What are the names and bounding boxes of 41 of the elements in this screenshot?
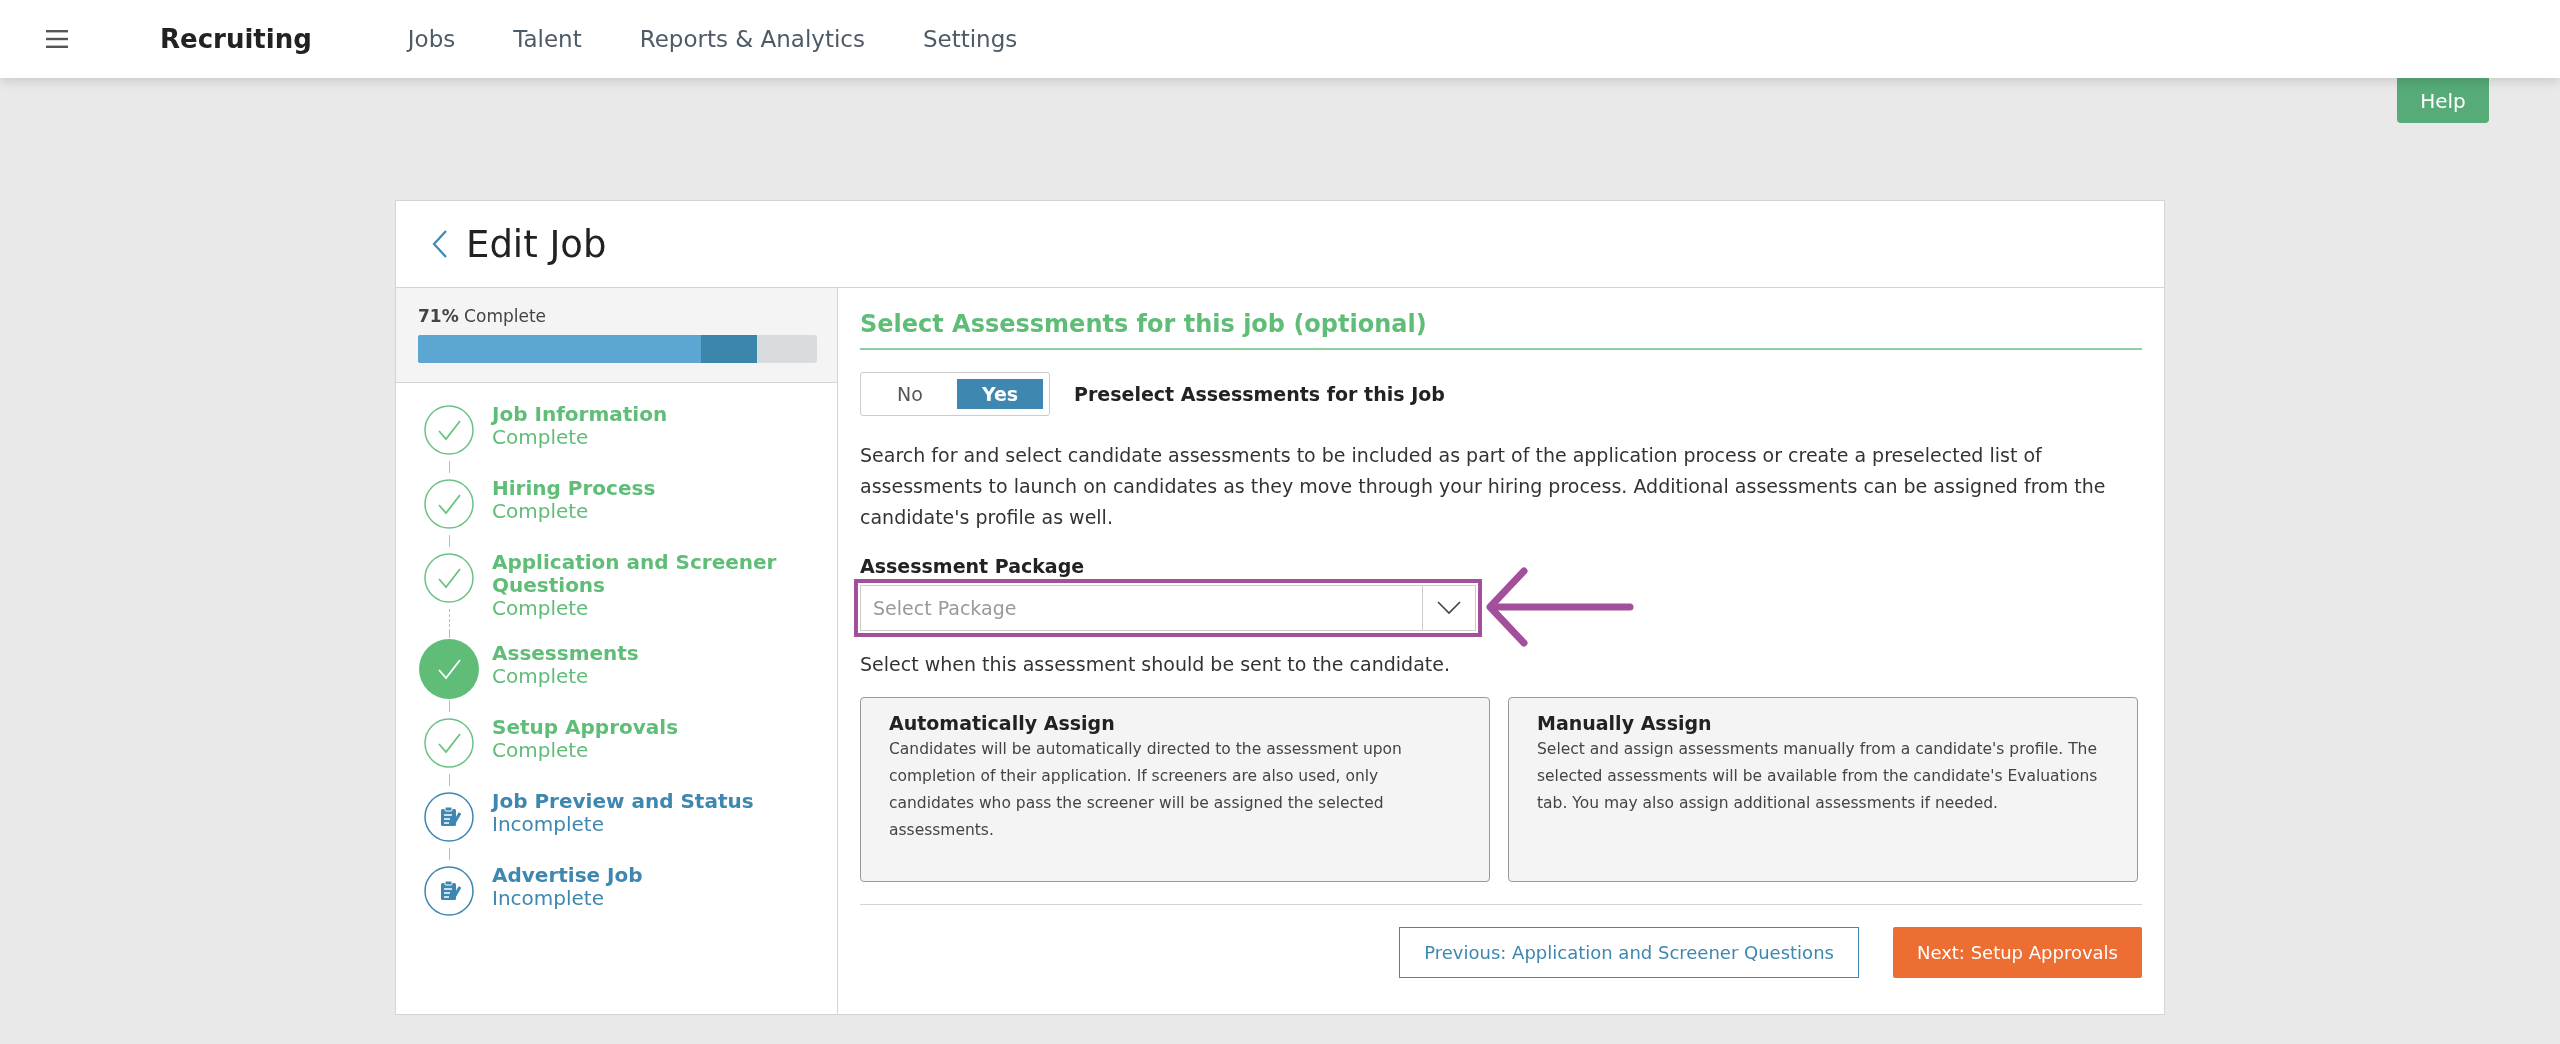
toggle-label: Preselect Assessments for this Job	[1074, 383, 1445, 405]
step-link[interactable]: Advertise Job	[492, 864, 812, 887]
chevron-down-icon	[1437, 601, 1461, 615]
field-label: Assessment Package	[860, 555, 1086, 577]
app-title: Recruiting	[160, 24, 312, 54]
option-title: Automatically Assign	[889, 712, 1116, 734]
option-description: Candidates will be automatically directed to the assessment upon completion of their application. If screeners are also used, only candidates who pass the screener will be assigned the selected assessments.	[889, 739, 1403, 841]
option-title: Manually Assign	[1537, 712, 1713, 734]
menu-icon[interactable]	[46, 30, 68, 48]
nav-link[interactable]: Settings	[922, 26, 1018, 52]
step-link[interactable]: Hiring Process	[492, 477, 812, 500]
nav-link[interactable]: Talent	[513, 26, 582, 52]
step-link[interactable]: Job Information	[492, 403, 812, 426]
step-link[interactable]: Setup Approvals	[492, 716, 812, 739]
step-status: Complete	[492, 597, 590, 620]
option-description: Select and assign assessments manually from a candidate's profile. The selected assessments will be available from the candidate's Evaluations tab. You may also assign additional assessments if needed.	[1537, 739, 2099, 814]
progress-label: 71% Complete	[418, 306, 548, 326]
timing-prompt: Select when this assessment should be sent to the candidate.	[860, 653, 1451, 675]
step-status: Complete	[492, 426, 590, 449]
package-dropdown[interactable]: Select Package	[860, 585, 1476, 631]
nav-link[interactable]: Reports & Analytics	[639, 26, 865, 52]
page-title: Edit Job	[466, 222, 607, 266]
toggle-option[interactable]: Yes	[957, 379, 1043, 409]
help-button[interactable]: Help	[2397, 78, 2489, 123]
step-status: Complete	[492, 500, 590, 523]
step-status: Incomplete	[492, 887, 605, 910]
section-heading: Select Assessments for this job (optional)	[860, 310, 2142, 350]
assign-option-card[interactable]	[860, 697, 1490, 882]
step-link[interactable]: Application and Screener Questions	[492, 551, 812, 597]
step-status: Incomplete	[492, 813, 605, 836]
nav-link[interactable]: Jobs	[407, 26, 456, 52]
step-link[interactable]: Assessments	[492, 642, 812, 665]
filled-check-circle-icon[interactable]	[418, 638, 480, 700]
step-link[interactable]: Job Preview and Status	[492, 790, 812, 813]
assign-option-card[interactable]	[1508, 697, 2138, 882]
step-status: Complete	[492, 739, 590, 762]
next-button[interactable]: Next: Setup Approvals	[1892, 927, 2142, 978]
step-status: Complete	[492, 665, 590, 688]
previous-button[interactable]: Previous: Application and Screener Questions	[1399, 927, 1859, 978]
back-chevron-icon[interactable]	[432, 229, 448, 259]
description-text: Search for and select candidate assessments to be included as part of the application process or create a preselected list of assessments to launch on candidates as they move through your hiring process. Additional assessments can be assigned from the candidate's profile as well.	[860, 443, 2107, 530]
